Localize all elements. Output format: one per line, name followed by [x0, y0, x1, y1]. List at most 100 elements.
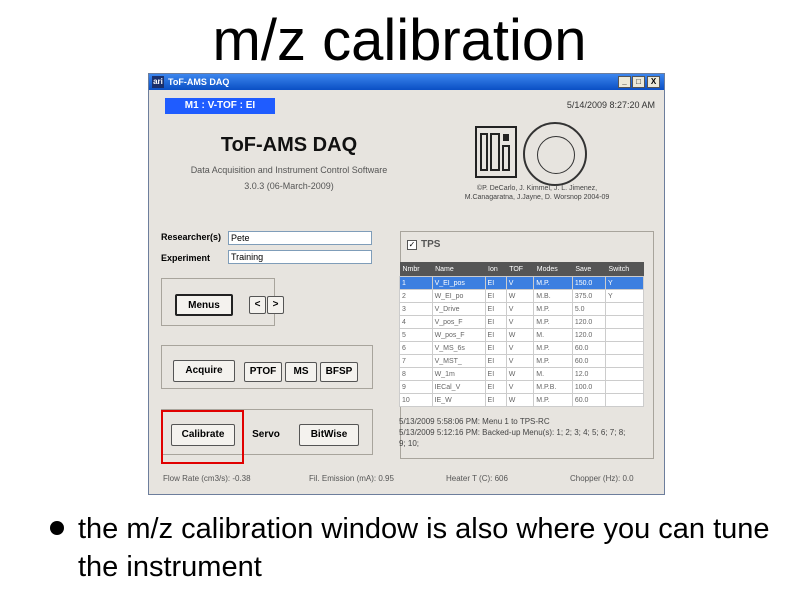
tps-cell: V_MS_6s: [431, 341, 486, 355]
tps-cell: M.P.: [533, 315, 573, 329]
tps-cell: 150.0: [571, 276, 607, 290]
flow-rate-readout: Flow Rate (cm3/s): -0.38: [163, 474, 251, 483]
tps-table-row[interactable]: 10 IE_W EI W M.P. 60.0: [399, 393, 644, 407]
tps-cell: EI: [484, 328, 507, 342]
close-button[interactable]: X: [647, 76, 660, 88]
tps-cell: W: [505, 393, 535, 407]
menus-button[interactable]: Menus: [175, 294, 233, 316]
tps-table-row[interactable]: 6 V_MS_6s EI V M.P. 60.0: [399, 341, 644, 355]
tps-cell: 3: [399, 302, 433, 316]
tps-cell: EI: [484, 354, 507, 368]
app-name: ToF-AMS DAQ: [220, 134, 358, 156]
tps-checkbox[interactable]: ✓: [407, 240, 417, 250]
tps-cell: Y: [605, 289, 644, 303]
tps-cell: V: [505, 341, 535, 355]
tps-cell: W_pos_F: [431, 328, 486, 342]
log-line-3: 9; 10;: [399, 439, 420, 448]
bfsp-button[interactable]: BFSP: [320, 362, 358, 382]
minimize-button[interactable]: _: [618, 76, 631, 88]
tps-cell: V: [505, 380, 535, 394]
ari-logo: [475, 126, 517, 178]
tps-cell: 120.0: [571, 328, 607, 342]
heater-readout: Heater T (C): 606: [446, 474, 508, 483]
log-line-2: 5/13/2009 5:12:16 PM: Backed-up Menu(s):…: [399, 428, 626, 437]
tps-cell: V_Drive: [431, 302, 486, 316]
tps-cell: W: [505, 289, 535, 303]
fil-emission-readout: Fil. Emission (mA): 0.95: [309, 474, 394, 483]
tps-cell: V: [505, 315, 535, 329]
credits-line-2: M.Canagaratna, J.Jayne, D. Worsnop 2004-…: [464, 194, 610, 201]
tps-table-row[interactable]: 4 V_pos_F EI V M.P. 120.0: [399, 315, 644, 329]
tps-table-row[interactable]: 1 V_EI_pos EI V M.P. 150.0 Y: [399, 276, 644, 290]
tps-cell: EI: [484, 276, 507, 290]
acquire-button[interactable]: Acquire: [173, 360, 235, 382]
tps-table-row[interactable]: 5 W_pos_F EI W M. 120.0: [399, 328, 644, 342]
ms-button[interactable]: MS: [285, 362, 317, 382]
tps-cell: EI: [484, 289, 507, 303]
tps-table-row[interactable]: 3 V_Drive EI V M.P. 5.0: [399, 302, 644, 316]
col-header: Modes: [533, 262, 573, 277]
tps-cell: V: [505, 354, 535, 368]
tps-cell: V: [505, 276, 535, 290]
tps-cell: 120.0: [571, 315, 607, 329]
tps-header-row: Nmbr Name Ion TOF Modes Save Switch: [399, 262, 644, 277]
researcher-field[interactable]: Pete: [228, 231, 372, 245]
tps-table-row[interactable]: 2 W_EI_po EI W M.B. 375.0 Y: [399, 289, 644, 303]
tps-cell: M.B.: [533, 289, 573, 303]
tps-cell: 2: [399, 289, 433, 303]
seal-inner: [537, 136, 575, 174]
tps-cell: IECal_V: [431, 380, 486, 394]
tps-cell: 375.0: [571, 289, 607, 303]
tps-cell: 4: [399, 315, 433, 329]
tps-cell: 60.0: [571, 354, 607, 368]
experiment-field[interactable]: Training: [228, 250, 372, 264]
tps-cell: M.: [533, 367, 573, 381]
servo-button[interactable]: Servo: [241, 424, 291, 446]
tps-cell: Y: [605, 276, 644, 290]
tps-cell: 8: [399, 367, 433, 381]
tps-cell: [605, 380, 644, 394]
col-header: Name: [432, 262, 486, 277]
col-header: Nmbr: [399, 262, 433, 277]
tps-cell: 100.0: [571, 380, 607, 394]
tps-cell: M.: [533, 328, 573, 342]
col-header: Ion: [485, 262, 507, 277]
tps-table-row[interactable]: 7 V_MST_ EI V M.P. 60.0: [399, 354, 644, 368]
tps-cell: M.P.: [533, 354, 573, 368]
next-menu-button[interactable]: >: [267, 296, 284, 314]
tps-cell: [605, 302, 644, 316]
tps-cell: V_pos_F: [431, 315, 486, 329]
university-seal-icon: [523, 122, 587, 186]
col-header: TOF: [506, 262, 534, 277]
maximize-button[interactable]: □: [632, 76, 645, 88]
tps-cell: 5.0: [571, 302, 607, 316]
prev-menu-button[interactable]: <: [249, 296, 266, 314]
tps-cell: 9: [399, 380, 433, 394]
tps-cell: V: [505, 302, 535, 316]
tps-cell: M.P.: [533, 341, 573, 355]
credits-line-1: ©P. DeCarlo, J. Kimmel, J. L. Jimenez,: [476, 185, 598, 192]
tps-cell: 5: [399, 328, 433, 342]
bullet-point-icon: [50, 521, 64, 535]
tps-cell: [605, 354, 644, 368]
researcher-label: Researcher(s): [161, 232, 222, 242]
tps-cell: 12.0: [571, 367, 607, 381]
tps-cell: [605, 341, 644, 355]
col-header: Switch: [605, 262, 644, 277]
tps-cell: W_EI_po: [431, 289, 486, 303]
window-title: ToF-AMS DAQ: [168, 77, 230, 87]
tps-cell: 10: [399, 393, 433, 407]
ptof-button[interactable]: PTOF: [244, 362, 282, 382]
tps-cell: 7: [399, 354, 433, 368]
log-line-1: 5/13/2009 5:58:06 PM: Menu 1 to TPS-RC: [399, 417, 550, 426]
tps-cell: M.P.: [533, 393, 573, 407]
app-subtitle: Data Acquisition and Instrument Control …: [190, 165, 388, 175]
tps-cell: EI: [484, 393, 507, 407]
tps-table-row[interactable]: 8 W_1m EI W M. 12.0: [399, 367, 644, 381]
window-titlebar[interactable]: ari ToF-AMS DAQ _ □ X: [149, 74, 664, 90]
tps-cell: IE_W: [431, 393, 486, 407]
tps-cell: EI: [484, 380, 507, 394]
bitwise-button[interactable]: BitWise: [299, 424, 359, 446]
tps-cell: W: [505, 328, 535, 342]
tps-table-row[interactable]: 9 IECal_V EI V M.P.B. 100.0: [399, 380, 644, 394]
